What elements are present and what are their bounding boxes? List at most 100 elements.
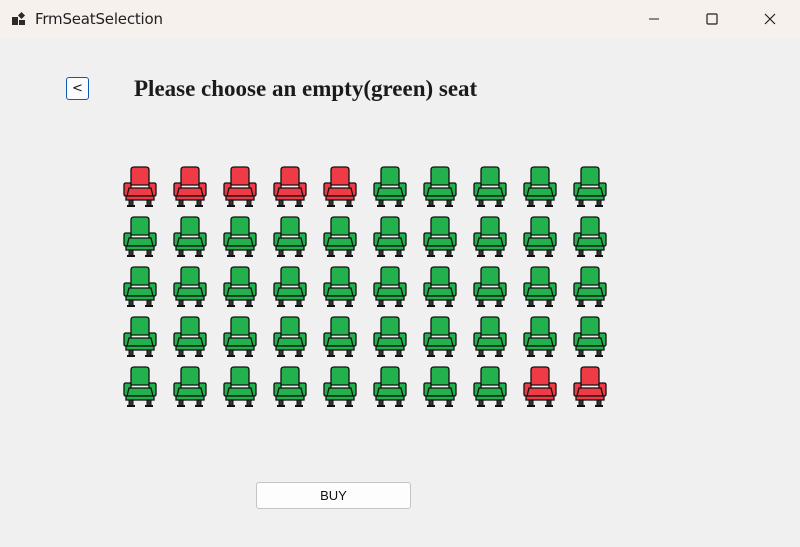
seat-empty[interactable] [522,166,558,208]
minimize-icon [648,13,660,25]
seat-empty[interactable] [422,166,458,208]
seat-empty[interactable] [322,266,358,308]
window-title: FrmSeatSelection [35,10,163,28]
seat-icon [173,266,207,307]
seat-icon [273,216,307,257]
seat-icon [423,366,457,407]
seat-empty[interactable] [272,216,308,258]
seat-empty[interactable] [472,366,508,408]
seat-icon [273,166,307,207]
maximize-icon [706,13,718,25]
seat-empty[interactable] [172,366,208,408]
seat-empty[interactable] [422,216,458,258]
seat-icon [123,166,157,207]
title-bar[interactable]: FrmSeatSelection [0,0,800,38]
seat-icon [523,216,557,257]
seat-empty[interactable] [472,266,508,308]
maximize-button[interactable] [683,0,741,38]
seat-empty[interactable] [322,216,358,258]
close-button[interactable] [741,0,799,38]
minimize-button[interactable] [625,0,683,38]
seat-icon [523,316,557,357]
seat-empty[interactable] [372,166,408,208]
seat-empty[interactable] [272,366,308,408]
seat-icon [173,166,207,207]
seat-empty[interactable] [372,266,408,308]
seat-empty[interactable] [372,366,408,408]
seat-empty[interactable] [222,266,258,308]
seat-empty[interactable] [322,316,358,358]
seat-icon [223,316,257,357]
seat-empty[interactable] [222,366,258,408]
seat-empty[interactable] [122,316,158,358]
seat-empty[interactable] [372,216,408,258]
seat-empty[interactable] [222,216,258,258]
seat-icon [373,366,407,407]
app-icon [11,11,27,27]
seat-icon [223,166,257,207]
seat-icon [223,366,257,407]
seat-empty[interactable] [122,216,158,258]
back-button[interactable]: < [66,77,89,100]
seat-empty[interactable] [472,316,508,358]
buy-button[interactable]: BUY [256,482,411,509]
seat-icon [373,166,407,207]
seat-empty[interactable] [122,266,158,308]
seat-icon [423,266,457,307]
seat-empty[interactable] [572,266,608,308]
seat-icon [473,266,507,307]
seat-icon [573,266,607,307]
seat-empty[interactable] [522,266,558,308]
seat-empty[interactable] [372,316,408,358]
seat-empty[interactable] [322,366,358,408]
seat-icon [123,366,157,407]
seat-empty[interactable] [122,366,158,408]
seat-icon [573,366,607,407]
seat-empty[interactable] [172,266,208,308]
seat-empty[interactable] [272,316,308,358]
seat-empty[interactable] [422,316,458,358]
seat-taken[interactable] [122,166,158,208]
seat-empty[interactable] [272,266,308,308]
seat-icon [323,166,357,207]
seat-taken[interactable] [572,366,608,408]
seat-empty[interactable] [172,316,208,358]
seat-taken[interactable] [522,366,558,408]
seat-selection-window: FrmSeatSelection < Please choose an empt… [0,0,800,547]
seat-icon [173,366,207,407]
seat-icon [173,316,207,357]
seat-icon [223,266,257,307]
seat-empty[interactable] [422,366,458,408]
seat-taken[interactable] [322,166,358,208]
seat-empty[interactable] [422,266,458,308]
seat-icon [273,266,307,307]
seat-empty[interactable] [572,166,608,208]
seat-icon [473,216,507,257]
seat-icon [423,316,457,357]
seat-icon [123,316,157,357]
seat-icon [373,216,407,257]
seat-icon [523,266,557,307]
seat-icon [523,366,557,407]
seat-icon [373,266,407,307]
seat-empty[interactable] [572,316,608,358]
seat-empty[interactable] [172,216,208,258]
seat-icon [523,166,557,207]
seat-empty[interactable] [472,166,508,208]
seat-empty[interactable] [572,216,608,258]
seat-icon [273,316,307,357]
seat-icon [423,166,457,207]
seat-empty[interactable] [522,216,558,258]
seat-icon [473,366,507,407]
seat-taken[interactable] [272,166,308,208]
seat-empty[interactable] [522,316,558,358]
seat-empty[interactable] [472,216,508,258]
seat-empty[interactable] [222,316,258,358]
seat-icon [273,366,307,407]
seat-icon [223,216,257,257]
seat-taken[interactable] [172,166,208,208]
seat-icon [123,216,157,257]
seat-taken[interactable] [222,166,258,208]
seat-icon [473,316,507,357]
seat-grid [122,166,612,410]
